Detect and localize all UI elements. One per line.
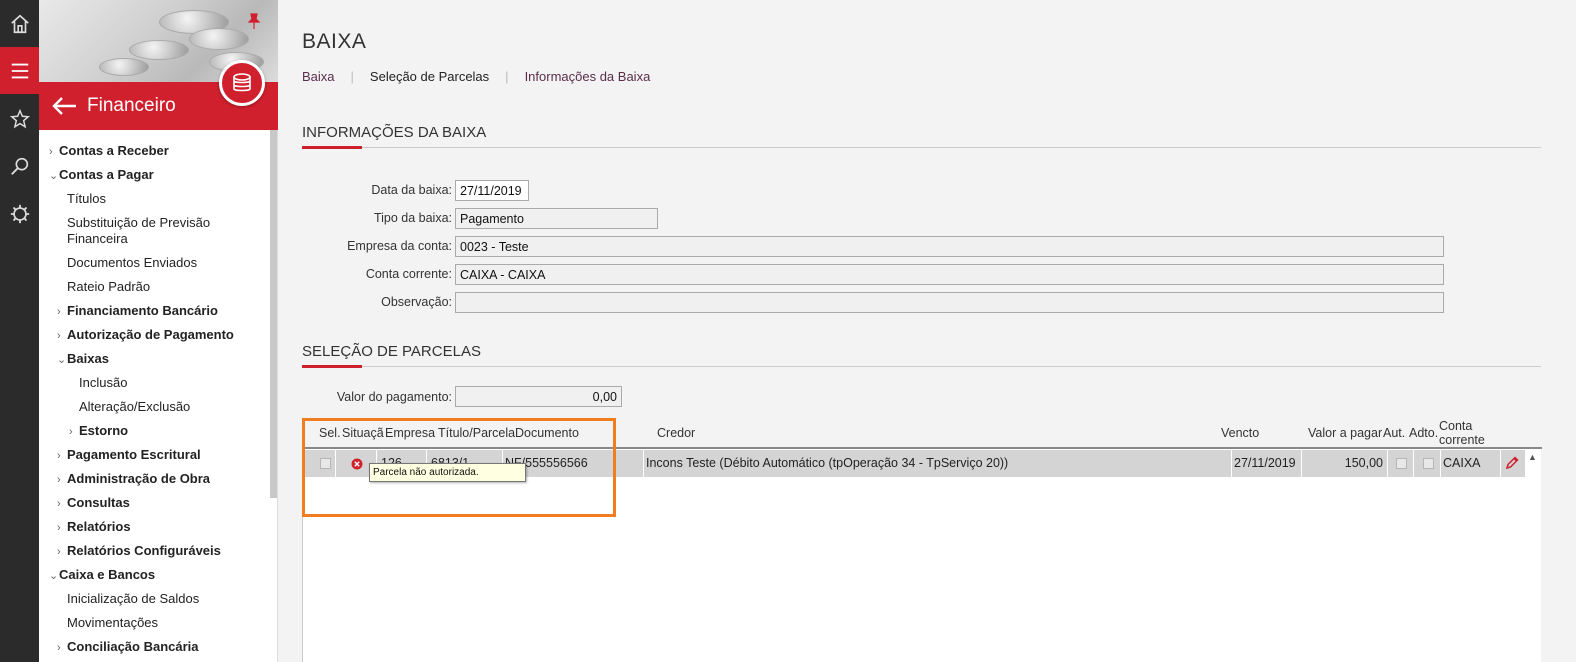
pin-icon[interactable] xyxy=(247,12,261,30)
cell-vencto: 27/11/2019 xyxy=(1232,450,1302,477)
cell-adto xyxy=(1414,450,1441,477)
search-button[interactable] xyxy=(0,142,39,189)
cell-valor-pagar: 150,00 xyxy=(1302,450,1388,477)
breadcrumb-selecao-parcelas[interactable]: Seleção de Parcelas xyxy=(370,69,489,84)
col-adto[interactable]: Adto. xyxy=(1409,426,1438,440)
star-icon xyxy=(9,108,30,128)
menu-conciliacao-bancaria[interactable]: › Conciliação Bancária xyxy=(57,639,199,654)
scroll-up-arrow-icon[interactable]: ▲ xyxy=(1528,452,1537,462)
tipo-baixa-label: Tipo da baixa: xyxy=(373,211,452,225)
section-accent xyxy=(302,365,362,368)
col-valor-pagar[interactable]: Valor a pagar xyxy=(1308,426,1382,440)
menu-button[interactable] xyxy=(0,47,39,94)
breadcrumb-separator: | xyxy=(350,69,354,84)
observacao-field[interactable] xyxy=(455,292,1444,313)
highlight-box xyxy=(302,418,616,517)
section-divider xyxy=(302,147,1541,148)
menu-relatorios-configuraveis[interactable]: › Relatórios Configuráveis xyxy=(57,543,221,558)
breadcrumb-separator: | xyxy=(505,69,509,84)
menu-financiamento-bancario[interactable]: › Financiamento Bancário xyxy=(57,303,218,318)
data-baixa-field[interactable] xyxy=(455,180,529,201)
menu-relatorios[interactable]: › Relatórios xyxy=(57,519,131,534)
adto-checkbox[interactable] xyxy=(1423,458,1434,469)
col-vencto[interactable]: Vencto xyxy=(1221,426,1259,440)
menu-alteracao-exclusao[interactable]: Alteração/Exclusão xyxy=(79,399,190,414)
data-baixa-label: Data da baixa: xyxy=(371,183,452,197)
menu-rateio-padrao[interactable]: Rateio Padrão xyxy=(67,279,150,294)
empresa-conta-field[interactable] xyxy=(455,236,1444,257)
app-rail xyxy=(0,0,39,662)
cell-aut xyxy=(1388,450,1414,477)
section-title-selecao: SELEÇÃO DE PARCELAS xyxy=(302,343,481,360)
menu-estorno[interactable]: › Estorno xyxy=(69,423,128,438)
settings-button[interactable] xyxy=(0,190,39,237)
menu-contas-receber[interactable]: › Contas a Receber xyxy=(49,143,169,158)
menu-caixa-bancos[interactable]: ⌄Caixa e Bancos xyxy=(49,567,155,582)
menu-baixas[interactable]: ⌄Baixas xyxy=(57,351,109,366)
col-conta-corrente-2[interactable]: corrente xyxy=(1439,433,1485,447)
valor-pagamento-label: Valor do pagamento: xyxy=(336,390,452,404)
cell-edit xyxy=(1501,450,1525,477)
valor-pagamento-field[interactable] xyxy=(455,386,622,407)
col-conta-corrente-1[interactable]: Conta xyxy=(1439,419,1472,433)
back-arrow-icon[interactable] xyxy=(51,96,77,116)
sidebar: Financeiro › Contas a Receber ⌄Contas a P… xyxy=(39,0,278,662)
conta-corrente-field[interactable] xyxy=(455,264,1444,285)
conta-corrente-label: Conta corrente: xyxy=(365,267,452,281)
main-content: BAIXA Baixa | Seleção de Parcelas | Info… xyxy=(278,0,1576,662)
empresa-conta-label: Empresa da conta: xyxy=(347,239,452,253)
section-title-informacoes: INFORMAÇÕES DA BAIXA xyxy=(302,124,487,141)
section-divider xyxy=(302,366,1541,367)
col-credor[interactable]: Credor xyxy=(657,426,695,440)
tipo-baixa-field[interactable] xyxy=(455,208,658,229)
home-icon xyxy=(10,14,29,33)
breadcrumb-baixa[interactable]: Baixa xyxy=(302,69,335,84)
aut-checkbox[interactable] xyxy=(1396,458,1407,469)
pencil-icon[interactable] xyxy=(1505,456,1519,470)
coins-icon xyxy=(233,73,251,92)
menu-administracao-obra[interactable]: › Administração de Obra xyxy=(57,471,210,486)
cell-conta-corrente: CAIXA xyxy=(1441,450,1501,477)
gear-icon xyxy=(10,204,29,223)
menu-pagamento-escritural[interactable]: › Pagamento Escritural xyxy=(57,447,201,462)
menu-inicializacao-saldos[interactable]: Inicialização de Saldos xyxy=(67,591,199,606)
breadcrumb: Baixa | Seleção de Parcelas | Informaçõe… xyxy=(302,69,650,84)
module-title: Financeiro xyxy=(87,95,176,116)
favorites-button[interactable] xyxy=(0,95,39,142)
menu-inclusao[interactable]: Inclusão xyxy=(79,375,127,390)
menu-documentos-enviados[interactable]: Documentos Enviados xyxy=(67,255,197,270)
cell-credor: Incons Teste (Débito Automático (tpOpera… xyxy=(644,450,1232,477)
page-title: BAIXA xyxy=(302,30,367,53)
section-accent xyxy=(302,146,362,149)
menu-substituicao-previsao[interactable]: Substituição de Previsão Financeira xyxy=(67,215,227,247)
menu-contas-pagar[interactable]: ⌄Contas a Pagar xyxy=(49,167,154,182)
home-button[interactable] xyxy=(0,0,39,47)
sidebar-scrollbar[interactable] xyxy=(270,130,277,498)
menu-movimentacoes[interactable]: Movimentações xyxy=(67,615,158,630)
menu-autorizacao-pagamento[interactable]: › Autorização de Pagamento xyxy=(57,327,234,342)
breadcrumb-informacoes-baixa[interactable]: Informações da Baixa xyxy=(525,69,651,84)
hamburger-icon xyxy=(11,63,28,78)
module-badge xyxy=(219,60,265,106)
observacao-label: Observação: xyxy=(381,295,452,309)
col-aut[interactable]: Aut. xyxy=(1383,426,1405,440)
search-icon xyxy=(10,157,28,175)
menu-consultas[interactable]: › Consultas xyxy=(57,495,130,510)
menu-titulos[interactable]: Títulos xyxy=(67,191,106,206)
